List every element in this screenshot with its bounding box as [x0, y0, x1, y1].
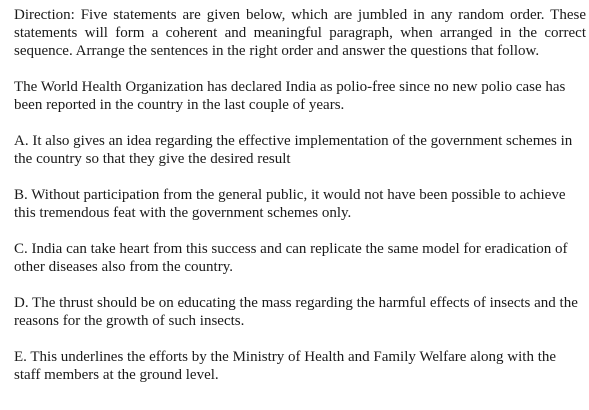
document-page: Direction: Five statements are given bel… — [14, 6, 586, 384]
intro-paragraph: The World Health Organization has declar… — [14, 79, 566, 113]
statement-e: E. This underlines the efforts by the Mi… — [14, 349, 557, 383]
statement-a: A. It also gives an idea regarding the e… — [14, 133, 573, 167]
statement-c: C. India can take heart from this succes… — [14, 241, 568, 275]
direction-text: Direction: Five statements are given bel… — [14, 7, 586, 59]
statement-b: B. Without participation from the genera… — [14, 187, 566, 221]
statement-d: D. The thrust should be on educating the… — [14, 295, 578, 329]
